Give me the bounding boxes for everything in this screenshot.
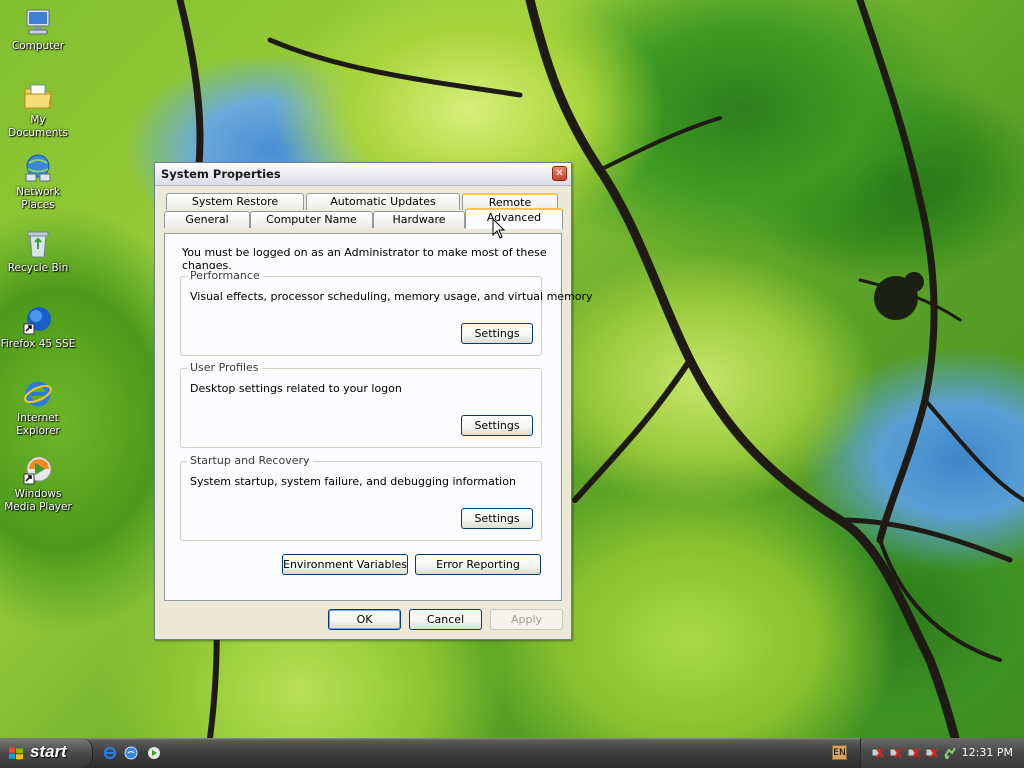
button-label: OK (356, 613, 373, 626)
quicklaunch-ie-icon[interactable] (102, 745, 118, 761)
environment-variables-button[interactable]: Environment Variables (282, 554, 408, 575)
ok-button[interactable]: OK (328, 609, 401, 630)
tab-general[interactable]: General (164, 211, 250, 228)
performance-group: Performance Visual effects, processor sc… (180, 269, 593, 356)
desktop-icon-label: My Documents (8, 114, 68, 139)
tab-row-bottom: General Computer Name Hardware Advanced (164, 208, 566, 229)
cancel-button[interactable]: Cancel (409, 609, 482, 630)
button-label: Settings (474, 327, 520, 340)
clock[interactable]: 12:31 PM (962, 746, 1013, 759)
button-label: Settings (474, 419, 520, 432)
desktop-icon-label: Internet Explorer (16, 412, 60, 437)
firefox-icon (23, 307, 51, 335)
tab-computer-name[interactable]: Computer Name (250, 211, 373, 228)
group-description: Visual effects, processor scheduling, me… (190, 290, 593, 303)
error-reporting-button[interactable]: Error Reporting (415, 554, 541, 575)
tab-hardware[interactable]: Hardware (373, 211, 465, 228)
startup-recovery-group: Startup and Recovery System startup, sys… (180, 454, 542, 541)
system-tray: 12:31 PM (860, 738, 1024, 768)
my-documents-icon (24, 84, 52, 109)
user-profiles-settings-button[interactable]: Settings (461, 415, 533, 436)
desktop-icon-recycle-bin[interactable]: Recycle Bin (0, 228, 76, 275)
internet-explorer-icon (24, 381, 52, 407)
desktop-icon-label: Network Places (16, 186, 60, 211)
button-label: Environment Variables (283, 558, 408, 571)
desktop-icon-label: Firefox 45 SSE (0, 338, 76, 350)
user-profiles-group: User Profiles Desktop settings related t… (180, 361, 542, 448)
desktop-icon-internet-explorer[interactable]: Internet Explorer (0, 378, 76, 438)
start-button[interactable]: start (0, 738, 93, 768)
tab-label: Automatic Updates (330, 195, 436, 208)
desktop-icon-media-player[interactable]: Windows Media Player (0, 454, 76, 514)
apply-button: Apply (490, 609, 563, 630)
group-title: Startup and Recovery (187, 454, 313, 467)
close-button[interactable]: ✕ (552, 166, 567, 181)
tab-label: Computer Name (266, 213, 357, 226)
advanced-tab-panel: You must be logged on as an Administrato… (164, 233, 593, 601)
button-label: Cancel (426, 613, 465, 626)
desktop-icon-label: Windows Media Player (4, 488, 72, 513)
performance-settings-button[interactable]: Settings (461, 323, 533, 344)
tab-advanced[interactable]: Advanced (465, 208, 563, 229)
close-icon: ✕ (555, 168, 564, 179)
startup-recovery-settings-button[interactable]: Settings (461, 508, 533, 529)
tab-system-restore[interactable]: System Restore (166, 193, 304, 210)
button-label: Apply (510, 613, 543, 626)
group-description: Desktop settings related to your logon (190, 382, 402, 395)
network-error-icon[interactable] (925, 746, 939, 760)
group-title: User Profiles (187, 361, 262, 374)
network-offline-icon[interactable] (907, 746, 921, 760)
window-title: System Properties (161, 167, 281, 181)
mouse-cursor-icon (492, 218, 506, 239)
media-player-icon (23, 456, 52, 485)
title-bar[interactable]: System Properties ✕ (155, 163, 571, 186)
tab-label: General (185, 213, 229, 226)
desktop-icon-label: Computer (11, 40, 65, 52)
safely-remove-hardware-icon[interactable] (943, 746, 957, 760)
tab-label: Hardware (392, 213, 446, 226)
quicklaunch-media-player-icon[interactable] (146, 745, 162, 761)
recycle-bin-icon (27, 231, 49, 258)
windows-logo-icon (9, 747, 23, 760)
system-properties-window: System Properties ✕ System Restore Autom… (154, 162, 593, 640)
desktop-icon-firefox[interactable]: Firefox 45 SSE (0, 304, 76, 351)
computer-icon (26, 9, 50, 35)
button-label: Settings (474, 512, 520, 525)
network-places-icon (25, 154, 51, 182)
desktop-icon-computer[interactable]: Computer (0, 6, 76, 53)
quicklaunch-show-desktop-icon[interactable] (123, 745, 139, 761)
group-title: Performance (187, 269, 263, 282)
button-label: Error Reporting (436, 558, 520, 571)
start-label: start (30, 742, 67, 761)
desktop-icon-label: Recycle Bin (7, 262, 69, 274)
taskbar: start EN 12:31 PM (0, 738, 1024, 768)
language-indicator[interactable]: EN (832, 745, 847, 760)
tab-label: System Restore (191, 195, 279, 208)
tab-automatic-updates[interactable]: Automatic Updates (306, 193, 460, 210)
network-warning-icon[interactable] (871, 746, 885, 760)
group-description: System startup, system failure, and debu… (190, 475, 516, 488)
desktop-icon-my-documents[interactable]: My Documents (0, 80, 76, 140)
network-disconnected-icon[interactable] (889, 746, 903, 760)
desktop-icon-network-places[interactable]: Network Places (0, 152, 76, 212)
